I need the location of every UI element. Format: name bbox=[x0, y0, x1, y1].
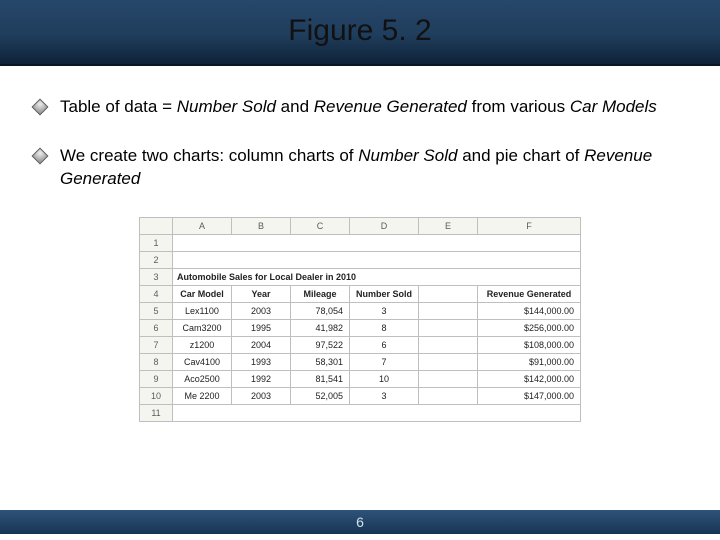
cell[interactable]: 8 bbox=[349, 319, 418, 336]
cell[interactable] bbox=[172, 251, 580, 268]
cell[interactable] bbox=[419, 370, 478, 387]
col-head[interactable]: A bbox=[172, 217, 231, 234]
spreadsheet-wrap: A B C D E F 1 2 3Automobile Sales for Lo… bbox=[0, 217, 720, 422]
cell[interactable]: $256,000.00 bbox=[478, 319, 581, 336]
table-row: 8 Cav4100 1993 58,301 7 $91,000.00 bbox=[139, 353, 580, 370]
italic: Number Sold bbox=[177, 97, 276, 116]
bullet-text: Table of data = Number Sold and Revenue … bbox=[60, 96, 657, 119]
row-head[interactable]: 6 bbox=[139, 319, 172, 336]
cell[interactable] bbox=[419, 353, 478, 370]
row-head[interactable]: 5 bbox=[139, 302, 172, 319]
cell[interactable]: $91,000.00 bbox=[478, 353, 581, 370]
cell[interactable]: Number Sold bbox=[349, 285, 418, 302]
cell[interactable]: $144,000.00 bbox=[478, 302, 581, 319]
cell[interactable]: 2004 bbox=[231, 336, 290, 353]
row-head[interactable]: 3 bbox=[139, 268, 172, 285]
page-number: 6 bbox=[356, 514, 364, 530]
italic: Revenue Generated bbox=[314, 97, 467, 116]
title-wrap: Figure 5. 2 bbox=[0, 14, 720, 48]
cell[interactable]: 10 bbox=[349, 370, 418, 387]
slide: Figure 5. 2 Table of data = Number Sold … bbox=[0, 0, 720, 540]
bullet-item: Table of data = Number Sold and Revenue … bbox=[34, 96, 694, 119]
cell[interactable] bbox=[172, 234, 580, 251]
cell[interactable]: $142,000.00 bbox=[478, 370, 581, 387]
text: and bbox=[276, 97, 314, 116]
cell[interactable]: Aco2500 bbox=[172, 370, 231, 387]
row-head[interactable]: 7 bbox=[139, 336, 172, 353]
cell[interactable]: Revenue Generated bbox=[478, 285, 581, 302]
row-head[interactable]: 8 bbox=[139, 353, 172, 370]
col-head[interactable]: B bbox=[231, 217, 290, 234]
col-head[interactable]: D bbox=[349, 217, 418, 234]
cell[interactable] bbox=[419, 285, 478, 302]
row-head[interactable]: 9 bbox=[139, 370, 172, 387]
table-title-cell[interactable]: Automobile Sales for Local Dealer in 201… bbox=[172, 268, 580, 285]
cell[interactable]: 1993 bbox=[231, 353, 290, 370]
cell[interactable]: 2003 bbox=[231, 387, 290, 404]
table-row: 3Automobile Sales for Local Dealer in 20… bbox=[139, 268, 580, 285]
bullet-item: We create two charts: column charts of N… bbox=[34, 145, 694, 191]
row-head[interactable]: 10 bbox=[139, 387, 172, 404]
table-row: 10 Me 2200 2003 52,005 3 $147,000.00 bbox=[139, 387, 580, 404]
cell[interactable]: Car Model bbox=[172, 285, 231, 302]
table-row: 6 Cam3200 1995 41,982 8 $256,000.00 bbox=[139, 319, 580, 336]
cell[interactable]: Lex1100 bbox=[172, 302, 231, 319]
table-row: 9 Aco2500 1992 81,541 10 $142,000.00 bbox=[139, 370, 580, 387]
table-row: 1 bbox=[139, 234, 580, 251]
row-head[interactable]: 2 bbox=[139, 251, 172, 268]
text: and pie chart of bbox=[457, 146, 584, 165]
col-head[interactable]: E bbox=[419, 217, 478, 234]
cell[interactable]: 41,982 bbox=[290, 319, 349, 336]
page-title: Figure 5. 2 bbox=[288, 14, 431, 48]
cell[interactable]: 1992 bbox=[231, 370, 290, 387]
cell[interactable]: Me 2200 bbox=[172, 387, 231, 404]
cell[interactable]: 2003 bbox=[231, 302, 290, 319]
cell[interactable]: z1200 bbox=[172, 336, 231, 353]
row-head[interactable]: 4 bbox=[139, 285, 172, 302]
text: from various bbox=[467, 97, 570, 116]
footer-bar: 6 bbox=[0, 510, 720, 534]
bullet-list: Table of data = Number Sold and Revenue … bbox=[34, 96, 694, 191]
select-all-cell[interactable] bbox=[139, 217, 172, 234]
cell[interactable]: 3 bbox=[349, 302, 418, 319]
cell[interactable]: Mileage bbox=[290, 285, 349, 302]
text: We create two charts: column charts of bbox=[60, 146, 358, 165]
cell[interactable] bbox=[419, 302, 478, 319]
text: Table of data = bbox=[60, 97, 177, 116]
table-row: 5 Lex1100 2003 78,054 3 $144,000.00 bbox=[139, 302, 580, 319]
cell[interactable]: Cam3200 bbox=[172, 319, 231, 336]
cell[interactable]: 1995 bbox=[231, 319, 290, 336]
row-head[interactable]: 1 bbox=[139, 234, 172, 251]
cell[interactable]: $147,000.00 bbox=[478, 387, 581, 404]
table-row: 4 Car Model Year Mileage Number Sold Rev… bbox=[139, 285, 580, 302]
italic: Car Models bbox=[570, 97, 657, 116]
cell[interactable]: $108,000.00 bbox=[478, 336, 581, 353]
diamond-icon bbox=[32, 99, 49, 116]
cell[interactable]: Cav4100 bbox=[172, 353, 231, 370]
cell[interactable]: 6 bbox=[349, 336, 418, 353]
cell[interactable] bbox=[419, 319, 478, 336]
cell[interactable] bbox=[419, 387, 478, 404]
column-header-row: A B C D E F bbox=[139, 217, 580, 234]
row-head[interactable]: 11 bbox=[139, 404, 172, 421]
italic: Number Sold bbox=[358, 146, 457, 165]
cell[interactable] bbox=[172, 404, 580, 421]
cell[interactable]: 52,005 bbox=[290, 387, 349, 404]
diamond-icon bbox=[32, 147, 49, 164]
cell[interactable] bbox=[419, 336, 478, 353]
spreadsheet: A B C D E F 1 2 3Automobile Sales for Lo… bbox=[139, 217, 581, 422]
table-row: 7 z1200 2004 97,522 6 $108,000.00 bbox=[139, 336, 580, 353]
table-row: 2 bbox=[139, 251, 580, 268]
cell[interactable]: 58,301 bbox=[290, 353, 349, 370]
cell[interactable]: 97,522 bbox=[290, 336, 349, 353]
bullet-text: We create two charts: column charts of N… bbox=[60, 145, 694, 191]
cell[interactable]: 3 bbox=[349, 387, 418, 404]
col-head[interactable]: C bbox=[290, 217, 349, 234]
cell[interactable]: 81,541 bbox=[290, 370, 349, 387]
cell[interactable]: 7 bbox=[349, 353, 418, 370]
cell[interactable]: Year bbox=[231, 285, 290, 302]
table-row: 11 bbox=[139, 404, 580, 421]
cell[interactable]: 78,054 bbox=[290, 302, 349, 319]
col-head[interactable]: F bbox=[478, 217, 581, 234]
